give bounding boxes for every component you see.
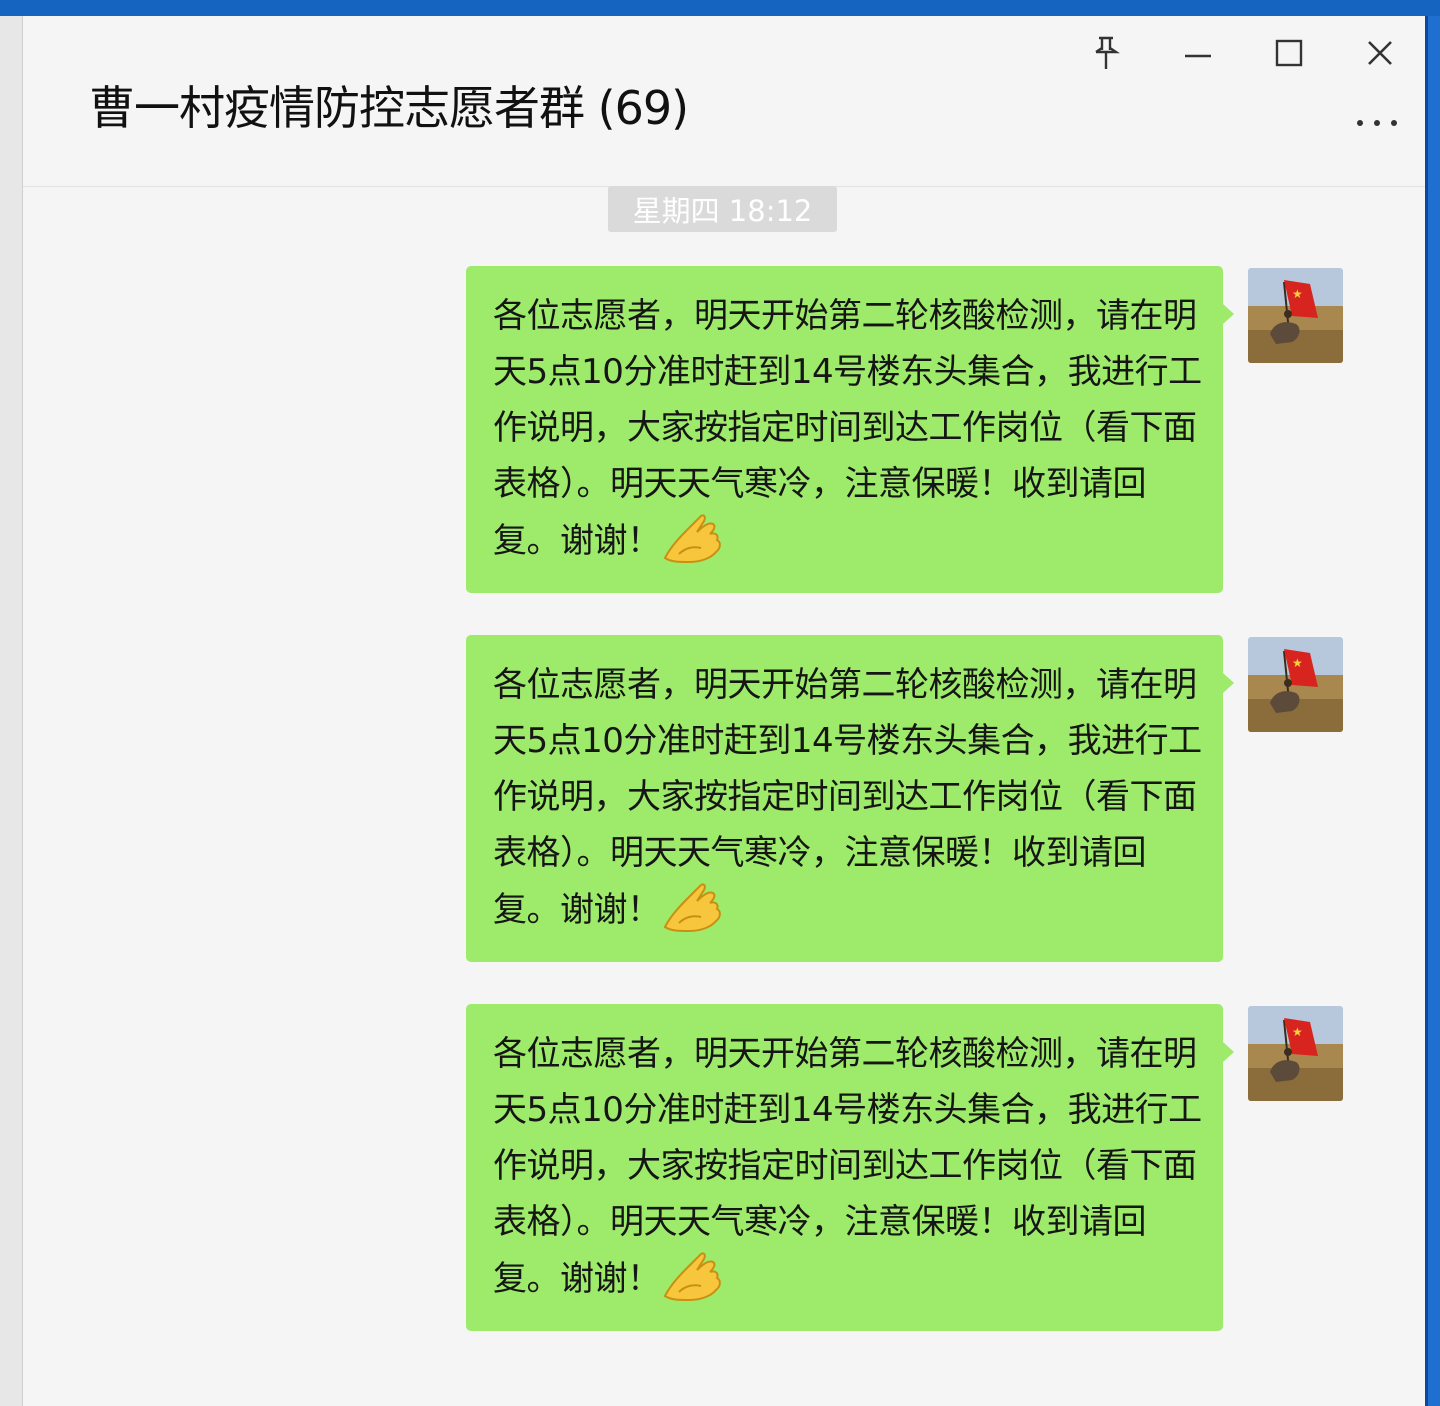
- ok-hand-emoji-icon: [663, 514, 721, 564]
- more-icon: [1391, 120, 1397, 126]
- chat-window: 曹一村疫情防控志愿者群 (69) 星期四 18:12 各位志愿者，明天开始第二轮…: [23, 16, 1425, 1406]
- message-bubble[interactable]: 各位志愿者，明天开始第二轮核酸检测，请在明天5点10分准时赶到14号楼东头集合，…: [466, 635, 1223, 962]
- ok-hand-emoji-icon: [663, 1252, 721, 1302]
- chat-message: 各位志愿者，明天开始第二轮核酸检测，请在明天5点10分准时赶到14号楼东头集合，…: [466, 266, 1346, 596]
- chat-message: 各位志愿者，明天开始第二轮核酸检测，请在明天5点10分准时赶到14号楼东头集合，…: [466, 635, 1346, 965]
- message-bubble[interactable]: 各位志愿者，明天开始第二轮核酸检测，请在明天5点10分准时赶到14号楼东头集合，…: [466, 266, 1223, 593]
- more-button[interactable]: [1353, 108, 1403, 138]
- flag-rider-avatar-icon: ★: [1248, 637, 1343, 732]
- sender-avatar[interactable]: ★: [1248, 637, 1343, 732]
- pin-button[interactable]: [1083, 30, 1129, 76]
- chat-message: 各位志愿者，明天开始第二轮核酸检测，请在明天5点10分准时赶到14号楼东头集合，…: [466, 1004, 1346, 1334]
- chat-header: 曹一村疫情防控志愿者群 (69): [23, 16, 1425, 187]
- message-text-block: 各位志愿者，明天开始第二轮核酸检测，请在明天5点10分准时赶到14号楼东头集合，…: [493, 1026, 1203, 1307]
- svg-text:★: ★: [1292, 1025, 1303, 1039]
- close-icon: [1368, 41, 1392, 65]
- desktop-top-edge: [0, 0, 1440, 16]
- background-window-edge: [0, 16, 22, 1406]
- message-timestamp: 星期四 18:12: [608, 186, 837, 232]
- sender-avatar[interactable]: ★: [1248, 268, 1343, 363]
- bubble-tail: [1223, 1042, 1234, 1062]
- message-text: 各位志愿者，明天开始第二轮核酸检测，请在明天5点10分准时赶到14号楼东头集合，…: [493, 665, 1202, 930]
- close-button[interactable]: [1357, 30, 1403, 76]
- message-text-block: 各位志愿者，明天开始第二轮核酸检测，请在明天5点10分准时赶到14号楼东头集合，…: [493, 288, 1203, 569]
- minimize-button[interactable]: [1175, 30, 1221, 76]
- svg-text:★: ★: [1292, 656, 1303, 670]
- group-title: 曹一村疫情防控志愿者群 (69): [89, 81, 689, 135]
- message-text-block: 各位志愿者，明天开始第二轮核酸检测，请在明天5点10分准时赶到14号楼东头集合，…: [493, 657, 1203, 938]
- ok-hand-emoji-icon: [663, 883, 721, 933]
- bubble-tail: [1223, 673, 1234, 693]
- message-text: 各位志愿者，明天开始第二轮核酸检测，请在明天5点10分准时赶到14号楼东头集合，…: [493, 296, 1202, 561]
- bubble-tail: [1223, 304, 1234, 324]
- svg-text:★: ★: [1292, 287, 1303, 301]
- sender-avatar[interactable]: ★: [1248, 1006, 1343, 1101]
- flag-rider-avatar-icon: ★: [1248, 1006, 1343, 1101]
- more-icon: [1357, 120, 1363, 126]
- maximize-button[interactable]: [1266, 30, 1312, 76]
- maximize-icon: [1275, 39, 1303, 67]
- pin-icon: [1095, 36, 1120, 69]
- message-bubble[interactable]: 各位志愿者，明天开始第二轮核酸检测，请在明天5点10分准时赶到14号楼东头集合，…: [466, 1004, 1223, 1331]
- message-text: 各位志愿者，明天开始第二轮核酸检测，请在明天5点10分准时赶到14号楼东头集合，…: [493, 1034, 1202, 1299]
- minimize-icon: [1185, 54, 1211, 58]
- desktop-right-edge-shadow: [1425, 16, 1428, 1406]
- flag-rider-avatar-icon: ★: [1248, 268, 1343, 363]
- more-icon: [1374, 120, 1380, 126]
